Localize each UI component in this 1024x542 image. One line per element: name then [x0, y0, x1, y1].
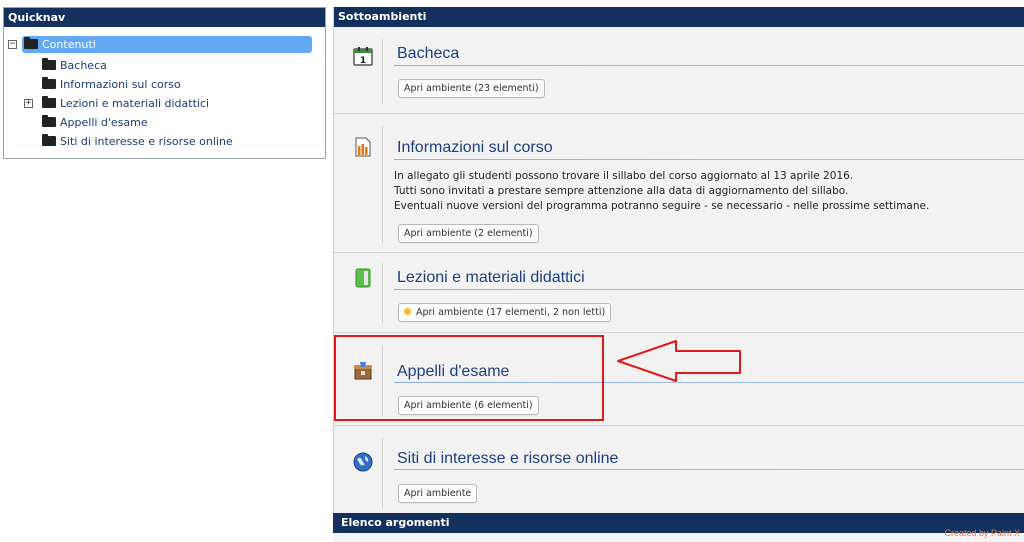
section-title[interactable]: Informazioni sul corso — [397, 139, 553, 157]
expand-icon[interactable]: + — [24, 99, 33, 108]
quicknav-panel: Quicknav − Contenuti Bacheca Informazion… — [3, 7, 326, 159]
divider — [382, 263, 383, 323]
description-line: In allegato gli studenti possono trovare… — [394, 170, 854, 182]
tree-item-appelli[interactable]: Appelli d'esame — [42, 114, 148, 131]
title-underline — [394, 469, 1024, 470]
open-informazioni-button[interactable]: Apri ambiente (2 elementi) — [398, 224, 539, 243]
sottoambienti-title: Sottoambienti — [334, 7, 1024, 27]
title-underline — [394, 289, 1024, 290]
folder-icon — [42, 134, 56, 146]
description-line: Tutti sono invitati a prestare sempre at… — [394, 185, 849, 197]
elenco-argomenti-header: Elenco argomenti — [333, 513, 1024, 533]
open-siti-button[interactable]: Apri ambiente — [398, 484, 478, 503]
section-informazioni: Informazioni sul corso In allegato gli s… — [334, 114, 1024, 253]
title-underline — [394, 65, 1024, 66]
collapse-icon[interactable]: − — [8, 40, 17, 49]
button-label: Apri ambiente (17 elementi, 2 non letti) — [416, 307, 606, 318]
section-title[interactable]: Bacheca — [397, 45, 459, 63]
globe-icon — [353, 452, 373, 472]
folder-icon — [42, 58, 56, 70]
annotation-highlight-box — [334, 335, 604, 421]
tree-item-contenuti[interactable]: Contenuti — [22, 36, 312, 53]
annotation-arrow-icon — [617, 340, 741, 382]
tree-item-siti[interactable]: Siti di interesse e risorse online — [42, 133, 233, 150]
watermark-text: Created by Paint X — [944, 528, 1020, 538]
title-underline — [394, 159, 1024, 160]
section-title[interactable]: Siti di interesse e risorse online — [397, 450, 618, 468]
section-description: In allegato gli studenti possono trovare… — [394, 169, 929, 214]
quicknav-title: Quicknav — [4, 8, 325, 27]
folder-icon — [24, 37, 38, 49]
section-title[interactable]: Lezioni e materiali didattici — [397, 269, 585, 287]
sottoambienti-panel: Sottoambienti 1 Bacheca Apri ambiente (2… — [333, 7, 1024, 542]
tree-item-bacheca[interactable]: Bacheca — [42, 57, 107, 74]
divider — [382, 126, 383, 243]
description-line: Eventuali nuove versioni del programma p… — [394, 200, 930, 212]
folder-icon — [42, 115, 56, 127]
notebook-icon — [355, 268, 371, 288]
document-icon — [355, 137, 371, 157]
tree-item-lezioni[interactable]: Lezioni e materiali didattici — [42, 95, 209, 112]
svg-text:1: 1 — [360, 56, 366, 66]
folder-icon — [42, 96, 56, 108]
divider — [382, 39, 383, 104]
tree-item-informazioni[interactable]: Informazioni sul corso — [42, 76, 181, 93]
open-bacheca-button[interactable]: Apri ambiente (23 elementi) — [398, 79, 545, 98]
elenco-argomenti-content — [333, 533, 1024, 542]
folder-icon — [42, 77, 56, 89]
divider — [382, 438, 383, 508]
section-bacheca: 1 Bacheca Apri ambiente (23 elementi) — [334, 27, 1024, 114]
section-siti: Siti di interesse e risorse online Apri … — [334, 426, 1024, 513]
open-lezioni-button[interactable]: Apri ambiente (17 elementi, 2 non letti) — [398, 303, 612, 322]
calendar-icon: 1 — [353, 47, 373, 66]
section-lezioni: Lezioni e materiali didattici Apri ambie… — [334, 253, 1024, 333]
unread-dot-icon — [404, 308, 411, 315]
